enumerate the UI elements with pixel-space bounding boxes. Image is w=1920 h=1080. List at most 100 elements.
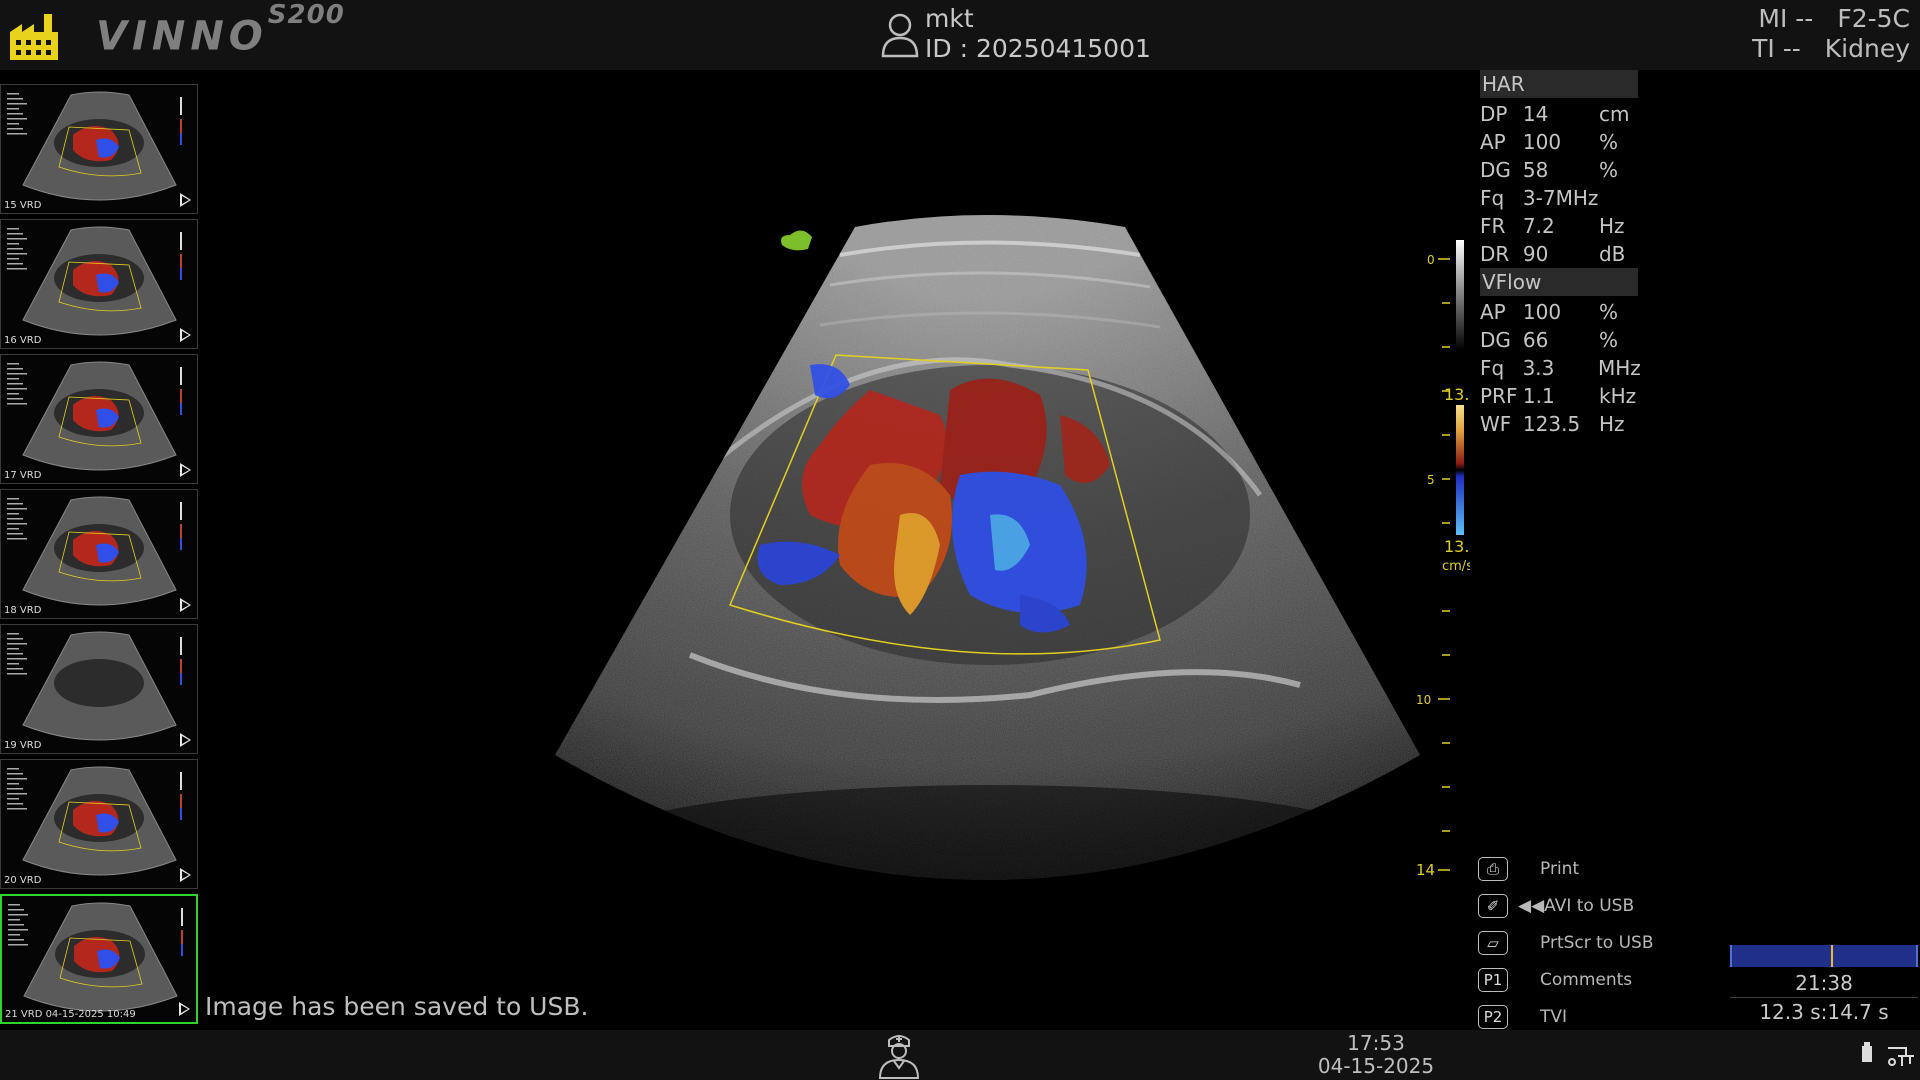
thumbnail-3[interactable]: 18 VRD [0,489,198,619]
velocity-max: 13.0 [1444,385,1470,404]
velocity-min: 13.0 [1444,537,1470,556]
param-unit: % [1598,300,1618,324]
thumbnail-label: 21 VRD 04-15-2025 10:49 [5,1009,136,1020]
param-key: DG [1480,328,1511,352]
patient-id: ID : 20250415001 [925,34,1151,63]
play-icon[interactable] [180,598,191,612]
har-header: HAR [1480,70,1638,98]
har-param-ap: AP 100% [1478,128,1638,156]
param-key: FR [1480,214,1506,238]
parameter-panel: HAR DP 14 cm AP 100% DG 58% Fq 3-7MHz FR 7.2 Hz DR 90… [1478,70,1641,438]
orientation-marker [781,230,812,251]
probe-name: F2-5C [1837,4,1910,33]
clock-date: 04-15-2025 [1317,1054,1435,1078]
thumbnail-4[interactable]: 19 VRD [0,624,198,754]
param-value: 58 [1522,158,1549,182]
har-param-fq: Fq 3-7MHz [1478,184,1638,212]
thumbnail-image [7,91,182,201]
factory-icon [10,14,58,60]
p2-key-icon[interactable]: P2 [1478,1004,1508,1029]
depth-tick-0: 0 [1427,253,1435,267]
prtscr-icon[interactable]: ▱ [1478,930,1508,955]
thumbnail-6[interactable]: 21 VRD 04-15-2025 10:49 [0,894,198,1024]
depth-tick-5: 5 [1427,473,1435,487]
param-unit: cm [1598,102,1630,126]
probe-info: MI -- F2-5C TI -- Kidney [1752,4,1910,64]
action-menu: ⎙ Print ✐ ◀◀AVI to USB ▱ PrtScr to USB P1 Comme… [1478,850,1690,1035]
thumbnail-image [7,766,182,876]
ti-value: TI -- [1752,34,1801,63]
brand-logo: VINNOS200 [96,0,345,60]
param-key: Fq [1480,186,1505,210]
param-unit: % [1598,130,1618,154]
thumbnail-image [7,631,182,741]
param-unit: dB [1598,242,1626,266]
param-key: DG [1480,158,1511,182]
action-label: ◀◀AVI to USB [1518,895,1635,916]
param-unit: Hz [1598,214,1625,238]
cine-ratio: 12.3 s:14.7 s [1730,997,1918,1024]
cine-loop[interactable]: 21:38 12.3 s:14.7 s [1730,945,1918,1024]
depth-scale: 0 5 10 14 13.0 13.0 cm/s [1416,240,1470,879]
ultrasound-image[interactable] [540,215,1440,895]
velocity-unit: cm/s [1442,559,1470,574]
har-param-dg: DG 58% [1478,156,1638,184]
vflow-param-wf: WF 123.5 Hz [1478,410,1638,438]
print-icon[interactable]: ⎙ [1478,856,1508,881]
clock: 17:53 04-15-2025 [1316,1032,1436,1078]
param-key: Fq [1480,356,1505,380]
play-icon[interactable] [180,868,191,882]
param-unit: MHz [1598,356,1641,380]
thumbnail-image [7,496,182,606]
thumbnail-5[interactable]: 20 VRD [0,759,198,889]
param-value: 7.2 [1522,214,1555,238]
play-icon[interactable] [180,463,191,477]
thumbnail-1[interactable]: 16 VRD [0,219,198,349]
vflow-param-prf: PRF 1.1 kHz [1478,382,1638,410]
thumbnail-label: 15 VRD [4,200,42,211]
thumbnail-label: 17 VRD [4,470,42,481]
vflow-header: VFlow [1480,268,1638,296]
play-icon[interactable] [180,328,191,342]
depth-tick-14: 14 [1416,861,1435,879]
usb-icon[interactable] [1858,1040,1918,1070]
param-key: PRF [1480,384,1518,408]
doctor-icon[interactable] [876,1030,922,1080]
thumbnail-image [8,902,183,1012]
thumbnail-0[interactable]: 15 VRD [0,84,198,214]
play-icon[interactable] [179,1002,190,1016]
depth-tick-10: 10 [1416,693,1431,707]
vflow-param-fq: Fq 3.3 MHz [1478,354,1641,382]
play-icon[interactable] [180,193,191,207]
param-unit: % [1598,158,1618,182]
action-comments[interactable]: P1 Comments [1478,961,1690,998]
avi-icon[interactable]: ✐ [1478,893,1508,918]
har-param-dp: DP 14 cm [1478,100,1638,128]
action-avi-to-usb[interactable]: ✐ ◀◀AVI to USB [1478,887,1690,924]
action-prtscr-to-usb[interactable]: ▱ PrtScr to USB [1478,924,1690,961]
param-value: 66 [1522,328,1549,352]
har-param-fr: FR 7.2 Hz [1478,212,1638,240]
action-print[interactable]: ⎙ Print [1478,850,1690,887]
thumbnail-image [7,361,182,471]
p1-key-icon[interactable]: P1 [1478,967,1508,992]
patient-info[interactable]: mkt ID : 20250415001 [925,4,1151,64]
vflow-param-dg: DG 66% [1478,326,1638,354]
cine-marker[interactable] [1831,945,1834,967]
thumbnail-label: 20 VRD [4,875,42,886]
clock-time: 17:53 [1347,1031,1405,1055]
param-key: WF [1480,412,1512,436]
play-icon[interactable] [180,733,191,747]
param-value: 3.3 [1522,356,1555,380]
cine-progress-bar[interactable] [1730,945,1918,967]
status-message: Image has been saved to USB. [205,992,589,1021]
param-key: AP [1480,300,1506,324]
har-param-dr: DR 90 dB [1478,240,1638,268]
param-unit: Hz [1598,412,1625,436]
thumbnail-2[interactable]: 17 VRD [0,354,198,484]
cine-time: 21:38 [1795,971,1853,995]
action-label: PrtScr to USB [1540,932,1654,953]
patient-icon [881,13,919,58]
param-key: DR [1480,242,1510,266]
param-unit: % [1598,328,1618,352]
